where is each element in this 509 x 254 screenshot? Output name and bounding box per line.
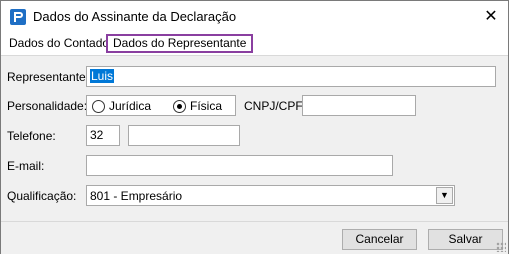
radio-fisica[interactable] — [173, 100, 186, 113]
personalidade-label: Personalidade: — [7, 99, 88, 113]
email-label: E-mail: — [7, 159, 45, 173]
qualificacao-value: 801 - Empresário — [90, 189, 183, 203]
email-input[interactable] — [86, 155, 393, 176]
tab-bar: Dados do Contador Dados do Representante — [1, 32, 508, 55]
save-button[interactable]: Salvar — [428, 229, 503, 250]
telefone-label: Telefone: — [7, 129, 56, 143]
cancel-button-label: Cancelar — [355, 232, 404, 246]
title-bar[interactable]: Dados do Assinante da Declaração ✕ — [1, 1, 508, 32]
save-button-label: Salvar — [448, 232, 483, 246]
chevron-down-icon[interactable]: ▼ — [436, 187, 453, 204]
cancel-button[interactable]: Cancelar — [342, 229, 417, 250]
cnpj-cpf-label: CNPJ/CPF: — [244, 99, 307, 113]
representante-input[interactable]: Luis — [86, 66, 496, 87]
personalidade-group: Jurídica Física — [86, 95, 236, 116]
dialog-footer: Cancelar Salvar — [1, 221, 508, 254]
window-title: Dados do Assinante da Declaração — [33, 9, 237, 24]
representante-label: Representante: — [7, 70, 90, 84]
close-icon[interactable]: ✕ — [476, 4, 506, 30]
telefone-numero-input[interactable] — [128, 125, 240, 146]
resize-grip-icon[interactable] — [496, 242, 506, 252]
radio-juridica-label[interactable]: Jurídica — [109, 99, 151, 113]
cnpj-cpf-input[interactable] — [302, 95, 416, 116]
qualificacao-label: Qualificação: — [7, 189, 77, 203]
tab-dados-contador[interactable]: Dados do Contador — [9, 35, 113, 52]
dialog-window: Dados do Assinante da Declaração ✕ Dados… — [0, 0, 509, 254]
qualificacao-select[interactable]: 801 - Empresário ▼ — [86, 185, 455, 206]
telefone-ddd-input[interactable]: 32 — [86, 125, 120, 146]
radio-fisica-label[interactable]: Física — [190, 99, 222, 113]
representante-value: Luis — [90, 69, 115, 83]
app-logo-icon — [10, 9, 26, 25]
radio-juridica[interactable] — [92, 100, 105, 113]
tab-dados-representante[interactable]: Dados do Representante — [106, 34, 254, 53]
